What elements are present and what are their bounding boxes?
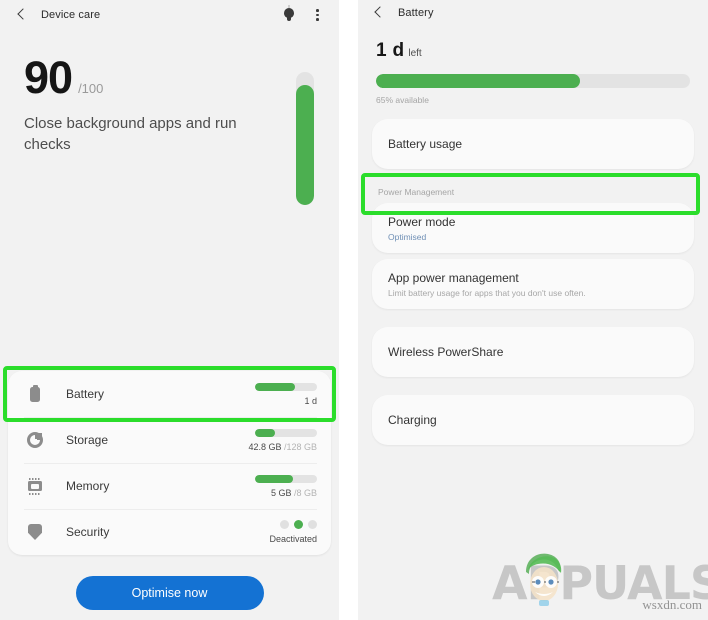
device-care-row-memory[interactable]: Memory 5 GB /8 GB <box>8 463 331 509</box>
memory-icon-pins-top <box>29 477 41 480</box>
device-care-row-security[interactable]: Security Deactivated <box>8 509 331 555</box>
device-care-row-status: 1 d <box>243 382 317 406</box>
overflow-menu-icon[interactable] <box>309 5 325 25</box>
battery-page-title: Battery <box>398 7 434 19</box>
score-gauge <box>296 72 314 205</box>
device-care-row-label: Security <box>66 525 110 539</box>
menu-dot <box>316 18 319 21</box>
lightbulb-base <box>287 17 291 21</box>
power-mode-value: Optimised <box>388 231 427 242</box>
battery-level-bar <box>376 74 690 88</box>
back-chevron-icon[interactable] <box>371 5 387 21</box>
device-care-row-status: 42.8 GB /128 GB <box>243 428 317 452</box>
device-care-row-value: 1 d <box>243 396 317 406</box>
charging-item[interactable]: Charging <box>388 395 678 445</box>
charging-label: Charging <box>388 413 437 427</box>
device-care-row-value: 5 GB /8 GB <box>243 488 317 498</box>
battery-usage-card[interactable]: Battery usage <box>372 119 694 169</box>
row-value-main: 42.8 GB <box>248 441 284 452</box>
card-spacer <box>358 386 708 395</box>
device-care-row-progress-fill <box>255 428 276 437</box>
device-care-panel: Device care 90 /100 Close background app… <box>0 0 339 620</box>
row-value-main: Deactivated <box>269 534 317 544</box>
page-title: Device care <box>41 9 101 21</box>
device-care-appbar: Device care <box>0 0 339 30</box>
power-management-card: Power mode Optimised <box>372 203 694 253</box>
device-care-row-value: Deactivated <box>243 534 317 544</box>
device-care-row-label: Storage <box>66 433 109 447</box>
row-value-total: /8 GB <box>293 487 317 498</box>
power-management-section-label: Power Management <box>378 187 455 197</box>
wireless-powershare-item[interactable]: Wireless PowerShare <box>388 327 678 377</box>
device-care-row-status: Deactivated <box>243 520 317 544</box>
optimise-button-container: Optimise now <box>0 576 339 610</box>
battery-level-bar-fill <box>376 74 581 88</box>
score-description: Close background apps and run checks <box>24 114 237 153</box>
battery-icon-wrap <box>24 383 46 405</box>
device-care-score-area: 90 /100 Close background apps and run ch… <box>0 30 339 205</box>
power-mode-item[interactable]: Power mode Optimised <box>388 203 678 253</box>
shield-body <box>28 524 42 540</box>
device-care-row-progress-fill <box>255 474 294 483</box>
device-care-row-progress <box>255 474 317 483</box>
menu-dot <box>316 13 319 17</box>
hero-spacer <box>358 105 708 119</box>
battery-usage-label: Battery usage <box>388 137 463 151</box>
device-care-row-progress-fill <box>255 382 296 391</box>
app-power-management-label: App power management <box>388 270 519 285</box>
row-value-main: 5 GB <box>270 487 294 498</box>
memory-icon-inner <box>31 483 39 489</box>
app-power-management-item[interactable]: App power management Limit battery usage… <box>388 259 678 309</box>
lightbulb-icon[interactable] <box>279 5 299 25</box>
device-care-row-value: 42.8 GB /128 GB <box>243 442 317 452</box>
score-line: 90 /100 <box>24 52 323 103</box>
status-dot <box>280 520 289 529</box>
device-care-list-card: Battery 1 d Storage 42.8 GB /128 GB Memory 5 … <box>8 371 331 555</box>
battery-percent-caption: 65% available <box>376 95 429 105</box>
battery-remaining-line: 1 d left <box>376 40 690 62</box>
device-care-row-progress <box>255 382 317 391</box>
storage-icon-notch <box>34 438 37 442</box>
battery-icon-body <box>30 387 40 402</box>
security-shield-icon-wrap <box>24 521 46 543</box>
battery-usage-item[interactable]: Battery usage <box>388 119 678 169</box>
device-care-row-label: Battery <box>66 387 105 401</box>
device-care-row-label: Memory <box>66 479 110 493</box>
screenshot-root: Device care 90 /100 Close background app… <box>0 0 708 620</box>
device-care-row-storage[interactable]: Storage 42.8 GB /128 GB <box>8 417 331 463</box>
memory-icon-wrap <box>24 475 46 497</box>
security-status-dots <box>243 520 317 529</box>
status-dot <box>308 520 317 529</box>
power-mode-label: Power mode <box>388 214 456 229</box>
battery-hero: 1 d left 65% available <box>358 26 708 105</box>
device-care-row-progress <box>255 428 317 437</box>
battery-remaining-unit: left <box>408 48 422 59</box>
app-power-management-description: Limit battery usage for apps that you do… <box>388 287 586 298</box>
battery-remaining-value: 1 d <box>376 40 405 61</box>
charging-card[interactable]: Charging <box>372 395 694 445</box>
score-value: 90 <box>24 52 73 103</box>
card-spacer <box>358 318 708 327</box>
row-value-total: /128 GB <box>283 441 317 452</box>
battery-settings-panel: Battery 1 d left 65% available Battery u… <box>358 0 708 620</box>
back-chevron-icon[interactable] <box>14 7 30 23</box>
optimise-now-button[interactable]: Optimise now <box>75 576 264 610</box>
battery-appbar: Battery <box>358 0 708 26</box>
storage-icon-wrap <box>24 429 46 451</box>
app-power-management-card[interactable]: App power management Limit battery usage… <box>372 259 694 309</box>
wireless-powershare-card[interactable]: Wireless PowerShare <box>372 327 694 377</box>
device-care-row-status: 5 GB /8 GB <box>243 474 317 498</box>
memory-icon-pins-bottom <box>29 492 41 495</box>
menu-dot <box>316 9 319 12</box>
score-max: /100 <box>78 81 104 96</box>
row-value-main: 1 d <box>304 395 317 406</box>
panel-divider-gap <box>339 0 358 620</box>
device-care-row-battery[interactable]: Battery 1 d <box>8 371 331 417</box>
status-dot <box>294 520 303 529</box>
wireless-powershare-label: Wireless PowerShare <box>388 345 504 359</box>
score-gauge-fill <box>296 85 314 205</box>
